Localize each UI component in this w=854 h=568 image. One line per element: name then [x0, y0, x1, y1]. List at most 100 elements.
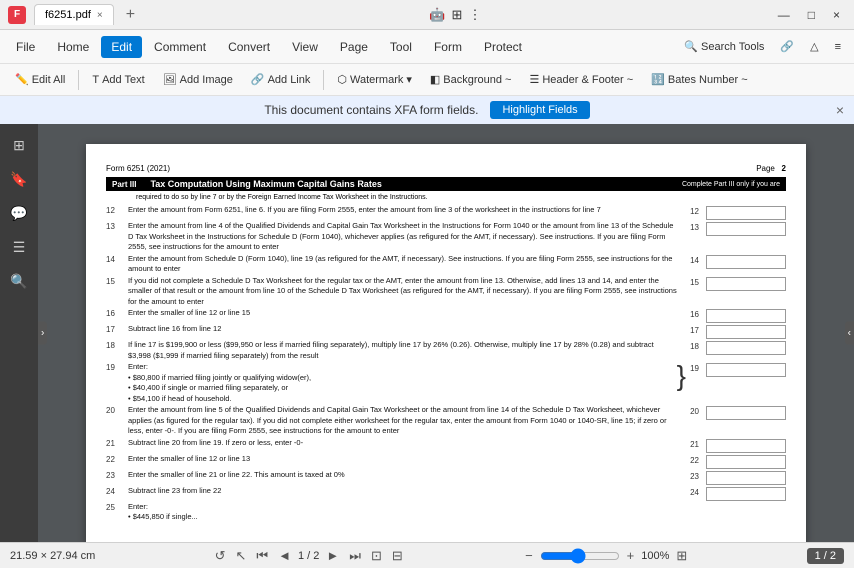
page-badge: 1 / 2: [807, 548, 844, 564]
table-row: 12 Enter the amount from Form 6251, line…: [106, 205, 786, 220]
sidebar-icon-layers[interactable]: ☰: [6, 234, 32, 260]
sidebar-icon-grid[interactable]: ⊞: [6, 132, 32, 158]
external-link-button[interactable]: 🔗: [773, 37, 801, 56]
fit-page-button[interactable]: ⊡: [368, 548, 385, 564]
zoom-slider[interactable]: [540, 548, 620, 564]
down-button[interactable]: ≡: [828, 38, 848, 56]
table-row: 18 If line 17 is $199,900 or less ($99,9…: [106, 340, 786, 361]
row-label-18: 18: [686, 340, 702, 351]
table-row: 17 Subtract line 16 from line 12 17: [106, 324, 786, 339]
watermark-icon: ⬡: [337, 73, 347, 86]
document-dimensions: 21.59 × 27.94 cm: [10, 550, 95, 562]
table-row: 15 If you did not complete a Schedule D …: [106, 276, 786, 308]
row-label-21: 21: [686, 438, 702, 449]
menu-file[interactable]: File: [6, 36, 45, 58]
row-num-13: 13: [106, 221, 128, 231]
bottom-bar: 21.59 × 27.94 cm ↺ ↖ ⏮ ◄ 1 / 2 ► ⏭ ⊡ ⊟ −…: [0, 542, 854, 568]
row-label-12: 12: [686, 205, 702, 216]
add-image-icon: 🖼: [163, 73, 177, 86]
menu-tool[interactable]: Tool: [380, 36, 422, 58]
left-sidebar: ⊞ 🔖 💬 ☰ 🔍: [0, 124, 38, 542]
fullscreen-button[interactable]: ⊞: [673, 548, 690, 564]
row-text-17: Subtract line 16 from line 12: [128, 324, 686, 335]
menu-bar: File Home Edit Comment Convert View Page…: [0, 30, 854, 64]
row-num-15: 15: [106, 276, 128, 286]
edit-all-icon: ✏️: [15, 73, 29, 86]
search-icon: 🔍: [684, 40, 698, 53]
sidebar-icon-search[interactable]: 🔍: [6, 268, 32, 294]
row-text-20: Enter the amount from line 5 of the Qual…: [128, 405, 686, 437]
search-tools-button[interactable]: 🔍 Search Tools: [677, 37, 771, 56]
tab-close-button[interactable]: ×: [97, 10, 103, 21]
sidebar-icon-bookmark[interactable]: 🔖: [6, 166, 32, 192]
menu-comment[interactable]: Comment: [144, 36, 216, 58]
row-text-12: Enter the amount from Form 6251, line 6.…: [128, 205, 686, 216]
add-image-button[interactable]: 🖼 Add Image: [156, 70, 240, 89]
zoom-in-button[interactable]: +: [624, 548, 638, 563]
row-label-17: 17: [686, 324, 702, 335]
part-subtitle: required to do so by line 7 or by the Fo…: [106, 194, 786, 201]
row-label-20: 20: [686, 405, 702, 416]
add-link-button[interactable]: 🔗 Add Link: [244, 70, 318, 89]
pdf-document: Form 6251 (2021) Page 2 Part III Tax Com…: [86, 144, 806, 542]
edit-all-button[interactable]: ✏️ Edit All: [8, 70, 72, 89]
nav-prev-button[interactable]: ◄: [275, 548, 294, 563]
collapse-left-button[interactable]: ›: [38, 322, 47, 345]
minimize-button[interactable]: —: [772, 6, 796, 24]
zoom-out-button[interactable]: −: [522, 548, 536, 563]
fit-width-button[interactable]: ⊟: [389, 548, 406, 564]
header-footer-icon: ☰: [529, 73, 539, 86]
row-num-18: 18: [106, 340, 128, 350]
maximize-button[interactable]: □: [802, 6, 821, 24]
rotate-left-button[interactable]: ↺: [212, 548, 229, 564]
cursor-button[interactable]: ↖: [233, 548, 250, 564]
menu-form[interactable]: Form: [424, 36, 472, 58]
title-bar: F f6251.pdf × + 🤖 ⊞ ⋮ — □ ×: [0, 0, 854, 30]
app-icon: F: [8, 6, 26, 24]
table-row: 24 Subtract line 23 from line 22 24: [106, 486, 786, 501]
pdf-tab[interactable]: f6251.pdf ×: [34, 4, 114, 25]
watermark-button[interactable]: ⬡ Watermark ▾: [330, 70, 419, 89]
separator-2: [323, 70, 324, 90]
part-title: Tax Computation Using Maximum Capital Ga…: [142, 177, 676, 191]
menu-page[interactable]: Page: [330, 36, 378, 58]
pdf-header: Form 6251 (2021) Page 2: [106, 164, 786, 173]
row-box-24: [706, 487, 786, 501]
navigation-controls: ↺ ↖ ⏮ ◄ 1 / 2 ► ⏭ ⊡ ⊟: [212, 548, 406, 564]
close-button[interactable]: ×: [827, 6, 846, 24]
row-text-25: Enter: • $445,850 if single...: [128, 502, 786, 523]
row-text-16: Enter the smaller of line 12 or line 15: [128, 308, 686, 319]
menu-protect[interactable]: Protect: [474, 36, 532, 58]
nav-first-button[interactable]: ⏮: [253, 548, 271, 564]
nav-next-button[interactable]: ►: [323, 548, 342, 563]
background-button[interactable]: ◧ Background ~: [423, 70, 519, 89]
menu-convert[interactable]: Convert: [218, 36, 280, 58]
bracket-symbol: }: [677, 362, 686, 390]
toolbar: ✏️ Edit All T Add Text 🖼 Add Image 🔗 Add…: [0, 64, 854, 96]
notification-close-button[interactable]: ×: [836, 102, 844, 118]
new-tab-button[interactable]: +: [122, 6, 139, 24]
table-row: 14 Enter the amount from Schedule D (For…: [106, 254, 786, 275]
row-text-23: Enter the smaller of line 21 or line 22.…: [128, 470, 686, 481]
add-text-button[interactable]: T Add Text: [85, 71, 151, 89]
part-right: Complete Part III only if you are: [676, 179, 786, 190]
collapse-right-button[interactable]: ‹: [845, 322, 854, 345]
header-footer-button[interactable]: ☰ Header & Footer ~: [522, 70, 640, 89]
main-area: ⊞ 🔖 💬 ☰ 🔍 › Form 6251 (2021) Page 2 Part…: [0, 124, 854, 542]
highlight-fields-button[interactable]: Highlight Fields: [490, 101, 589, 119]
row-box-20: [706, 406, 786, 420]
menu-edit[interactable]: Edit: [101, 36, 142, 58]
sidebar-icon-comment[interactable]: 💬: [6, 200, 32, 226]
row-box-15: [706, 277, 786, 291]
bates-number-button[interactable]: 🔢 Bates Number ~: [644, 70, 755, 89]
menu-view[interactable]: View: [282, 36, 328, 58]
menu-home[interactable]: Home: [47, 36, 99, 58]
row-text-19: Enter: • $80,800 if married filing joint…: [128, 362, 677, 404]
nav-last-button[interactable]: ⏭: [346, 548, 364, 564]
row-text-24: Subtract line 23 from line 22: [128, 486, 686, 497]
table-row: 23 Enter the smaller of line 21 or line …: [106, 470, 786, 485]
up-button[interactable]: △: [803, 37, 825, 56]
row-box-23: [706, 471, 786, 485]
add-link-icon: 🔗: [251, 73, 265, 86]
page-indicator: 1 / 2: [298, 550, 319, 562]
